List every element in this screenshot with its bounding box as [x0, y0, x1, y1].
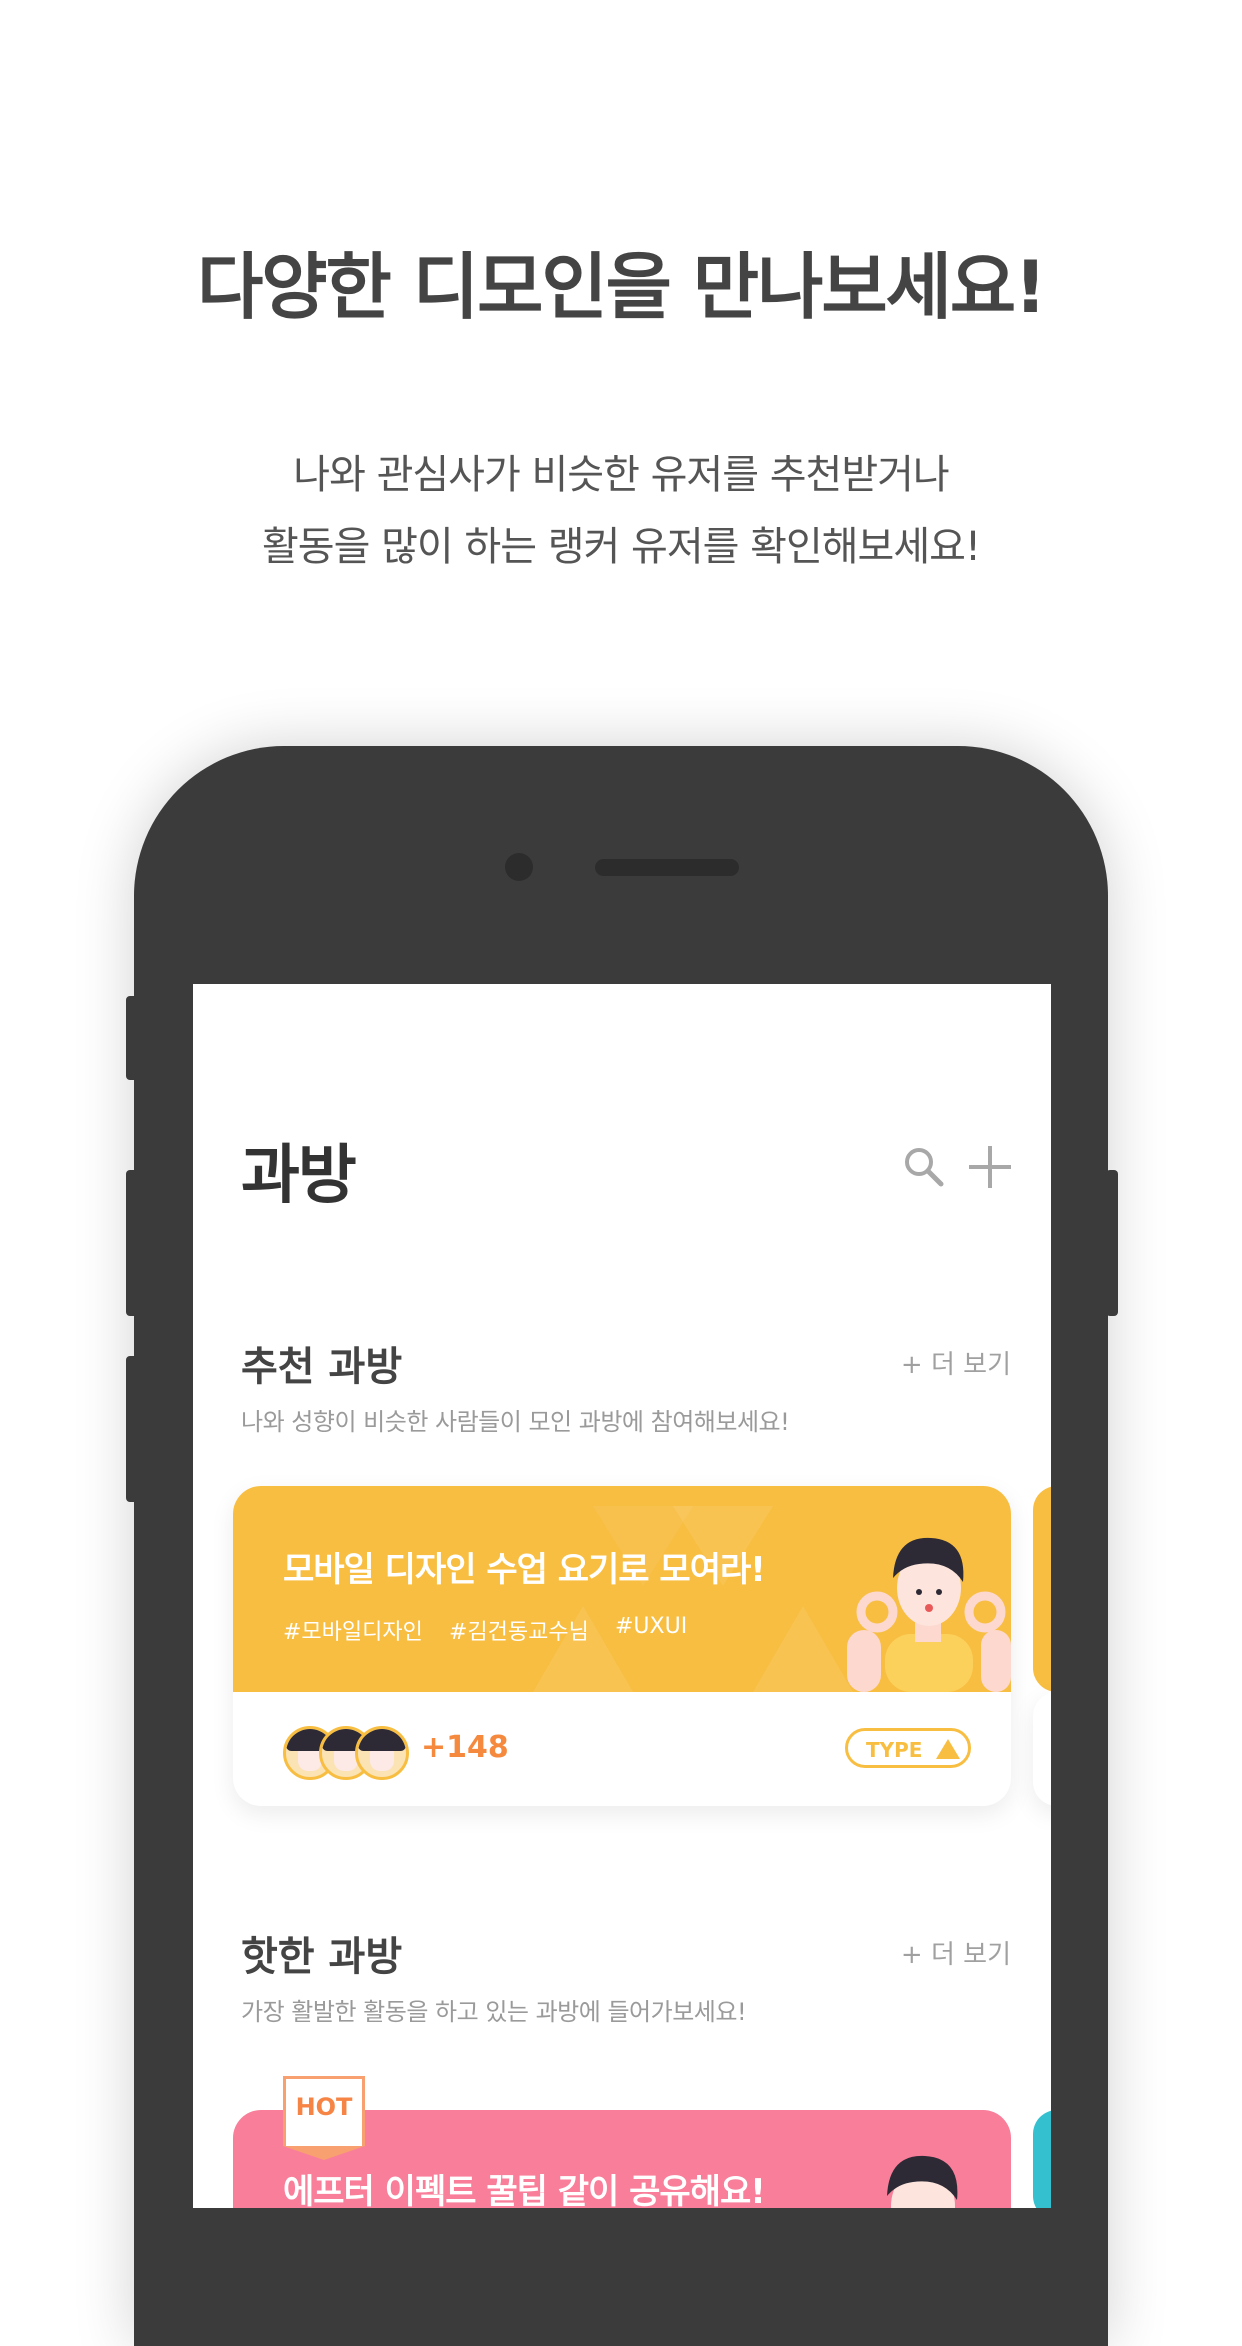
- member-count: +148: [421, 1730, 509, 1765]
- character-illustration: [847, 1537, 1011, 1692]
- phone-volume-down: [126, 1356, 138, 1502]
- phone-speaker: [595, 859, 739, 876]
- app-screen: 과방 추천 과방 + 더 보기 나와 성향이 비슷한 사람들이 모인 과방에 참…: [193, 984, 1051, 2208]
- phone-mute-switch: [126, 996, 138, 1080]
- character-illustration: [887, 2155, 958, 2208]
- hot-section-description: 가장 활발한 활동을 하고 있는 과방에 들어가보세요!: [241, 1998, 747, 2026]
- phone-power-button: [1106, 1170, 1118, 1316]
- recommended-section-description: 나와 성향이 비슷한 사람들이 모인 과방에 참여해보세요!: [241, 1408, 790, 1436]
- phone-volume-up: [126, 1170, 138, 1316]
- plus-icon[interactable]: [967, 1144, 1013, 1190]
- promo-subline-1: 나와 관심사가 비슷한 유저를 추천받거나: [293, 452, 949, 498]
- recommended-room-card[interactable]: 모바일 디자인 수업 요기로 모여라! #모바일디자인 #김건동교수님 #UXU…: [233, 1486, 1011, 1806]
- card-tag[interactable]: #모바일디자인: [283, 1614, 423, 1646]
- card-title: 모바일 디자인 수업 요기로 모여라!: [283, 1550, 766, 1590]
- hot-more-link[interactable]: + 더 보기: [901, 1934, 1011, 1971]
- card-header: 모바일 디자인 수업 요기로 모여라! #모바일디자인 #김건동교수님 #UXU…: [233, 1486, 1011, 1692]
- promo-subline-2: 활동을 많이 하는 랭커 유저를 확인해보세요!: [261, 524, 981, 570]
- search-icon[interactable]: [903, 1146, 945, 1188]
- hot-card-title: 에프터 이펙트 꿀팁 같이 공유해요!: [283, 2172, 766, 2208]
- app-title: 과방: [241, 1139, 357, 1213]
- promo-headline: 다양한 디모인을 만나보세요!: [197, 245, 1047, 329]
- recommended-section-title: 추천 과방: [241, 1344, 403, 1390]
- card-footer: +148 TYPE: [233, 1692, 1011, 1806]
- card-tag[interactable]: #UXUI: [615, 1614, 687, 1639]
- recommended-more-link[interactable]: + 더 보기: [901, 1344, 1011, 1381]
- member-avatar: [355, 1726, 409, 1780]
- hot-badge: HOT: [283, 2076, 365, 2160]
- phone-camera: [505, 853, 533, 881]
- hot-section-title: 핫한 과방: [241, 1934, 403, 1980]
- card-tag[interactable]: #김건동교수님: [449, 1614, 589, 1646]
- next-card-peek[interactable]: [1033, 1486, 1051, 1692]
- next-card-peek-footer: [1033, 1692, 1051, 1806]
- next-hot-card-peek[interactable]: [1033, 2110, 1051, 2208]
- triangle-icon: [936, 1739, 960, 1759]
- type-badge[interactable]: TYPE: [845, 1728, 971, 1768]
- type-label: TYPE: [866, 1738, 923, 1762]
